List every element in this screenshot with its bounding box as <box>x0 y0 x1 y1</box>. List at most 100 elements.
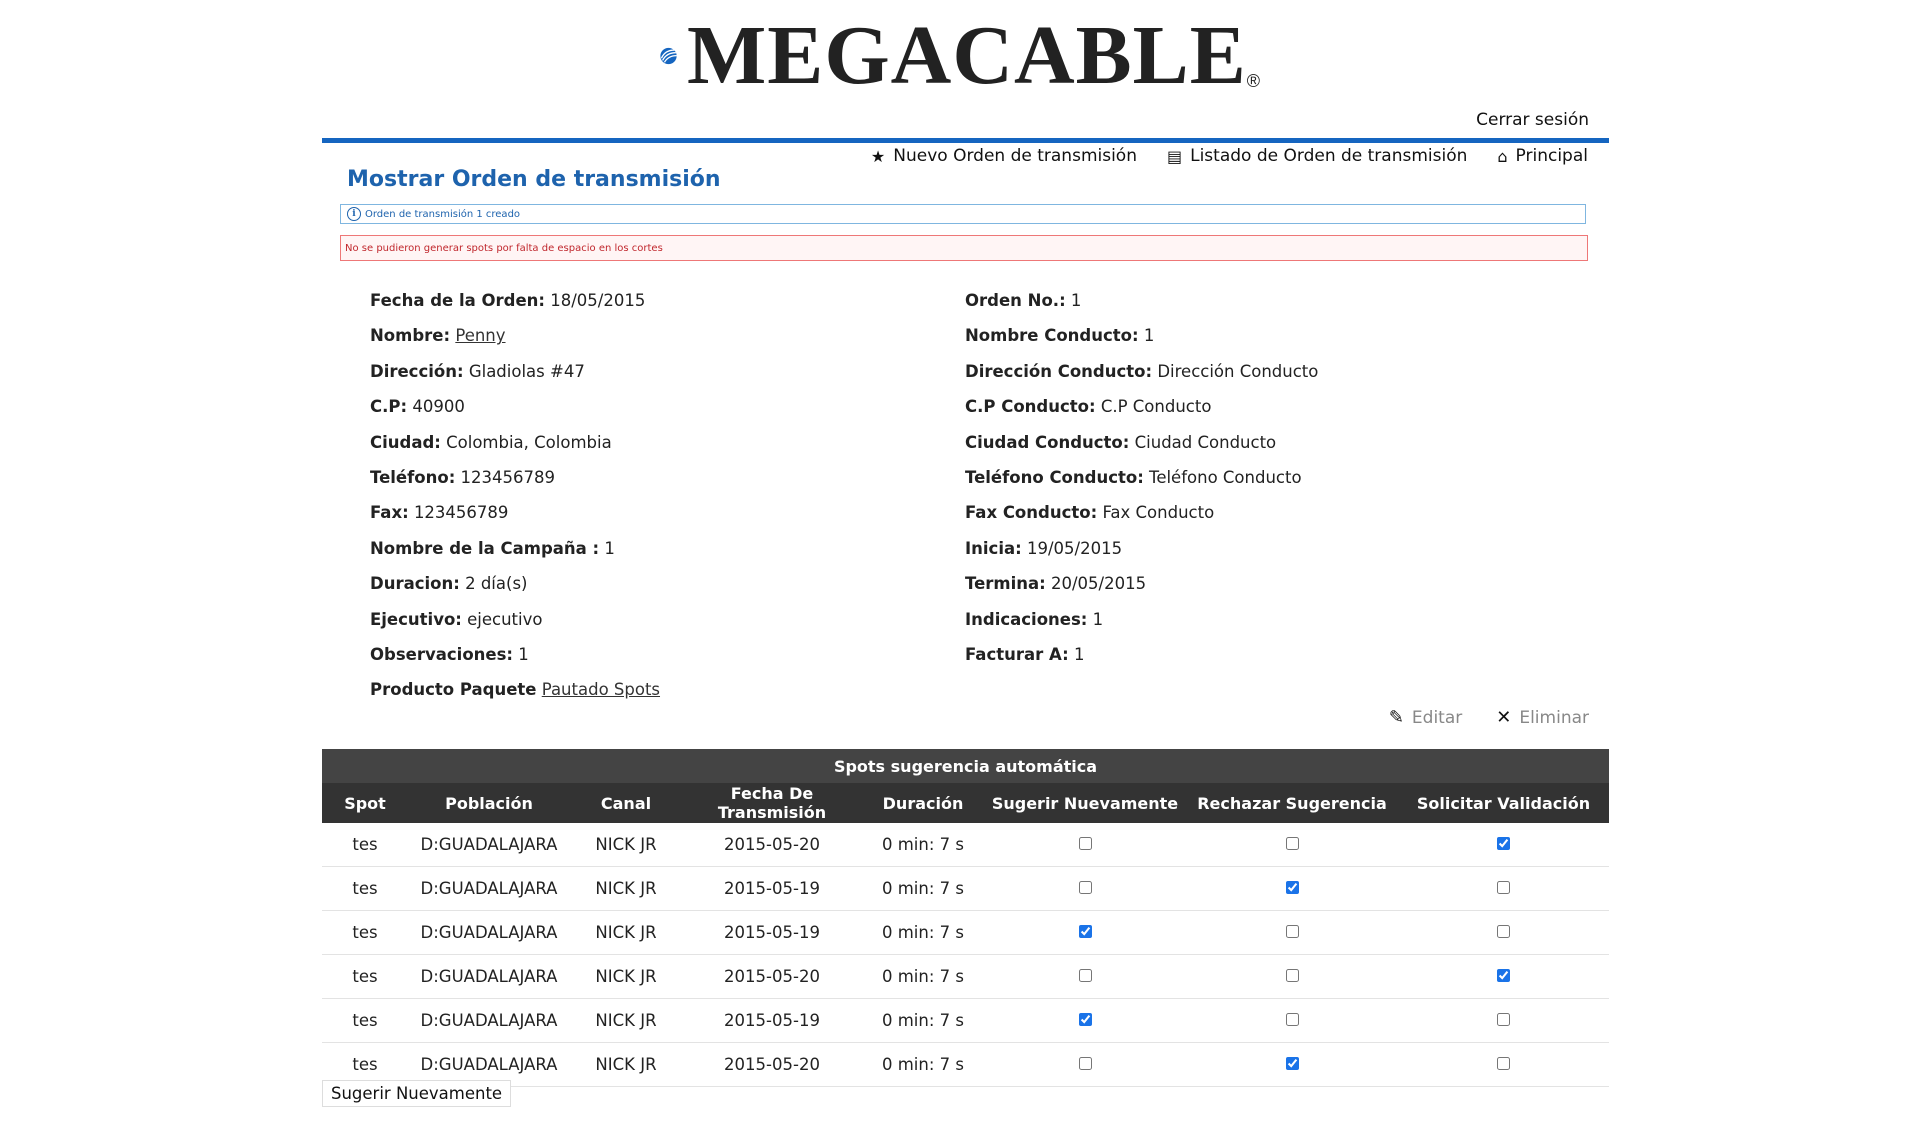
detail-label: Ejecutivo: <box>370 609 462 629</box>
detail-value: Gladiolas #47 <box>468 361 585 381</box>
nav-home-label: Principal <box>1515 146 1588 166</box>
reject-suggestion-checkbox[interactable] <box>1285 837 1299 850</box>
detail-value: 40900 <box>412 397 465 417</box>
close-icon: ✕ <box>1496 707 1512 728</box>
request-validation-checkbox[interactable] <box>1497 969 1510 982</box>
top-nav: ★ Nuevo Orden de transmisión ▤ Listado d… <box>871 146 1588 166</box>
reject-suggestion-checkbox[interactable] <box>1285 1057 1299 1070</box>
suggest-again-checkbox[interactable] <box>1078 1057 1092 1070</box>
detail-value: 2 día(s) <box>465 574 528 594</box>
cell-poblacion: D:GUADALAJARA <box>408 866 570 911</box>
cell-validar <box>1398 998 1609 1043</box>
delete-button[interactable]: ✕ Eliminar <box>1496 707 1589 728</box>
request-validation-checkbox[interactable] <box>1497 881 1510 894</box>
detail-label: Nombre Conducto: <box>965 326 1139 346</box>
suggest-again-checkbox[interactable] <box>1078 881 1092 894</box>
request-validation-checkbox[interactable] <box>1497 837 1510 850</box>
detail-label: Nombre de la Campaña : <box>370 538 600 558</box>
cell-canal: NICK JR <box>570 866 682 911</box>
cell-validar <box>1398 1042 1609 1087</box>
detail-value: 1 <box>1070 291 1082 310</box>
product-package-link[interactable]: Pautado Spots <box>542 680 660 699</box>
detail-label: Indicaciones: <box>965 609 1088 629</box>
detail-row: Nombre de la Campaña : 1 <box>370 539 660 574</box>
cell-poblacion: D:GUADALAJARA <box>408 823 570 867</box>
cell-canal: NICK JR <box>570 998 682 1043</box>
col-header-fecha: Fecha De Transmisión <box>682 783 862 823</box>
reject-suggestion-checkbox[interactable] <box>1285 925 1299 938</box>
detail-label: Dirección: <box>370 361 464 381</box>
suggest-again-checkbox[interactable] <box>1078 969 1092 982</box>
detail-row: Ejecutivo: ejecutivo <box>370 610 660 645</box>
cell-rechazar <box>1186 1042 1398 1087</box>
reject-suggestion-checkbox[interactable] <box>1285 969 1299 982</box>
col-header-duracion: Duración <box>862 783 984 823</box>
suggest-again-button[interactable]: Sugerir Nuevamente <box>322 1080 512 1107</box>
error-message: No se pudieron generar spots por falta d… <box>340 235 1588 261</box>
suggest-again-checkbox[interactable] <box>1078 837 1092 850</box>
detail-label: Nombre: <box>370 326 451 346</box>
detail-value: Fax Conducto <box>1102 503 1215 523</box>
suggest-again-checkbox[interactable] <box>1078 925 1092 938</box>
cell-duracion: 0 min: 7 s <box>862 954 984 999</box>
detail-row: Observaciones: 1 <box>370 645 660 680</box>
details-left: Fecha de la Orden: 18/05/2015 Nombre: Pe… <box>370 291 660 716</box>
home-icon: ⌂ <box>1497 146 1508 166</box>
detail-label: Teléfono: <box>370 467 456 487</box>
detail-value: 19/05/2015 <box>1026 538 1123 558</box>
cell-fecha: 2015-05-19 <box>682 910 862 955</box>
detail-label: Termina: <box>965 574 1046 594</box>
cell-sugerir <box>984 823 1186 867</box>
detail-label: Facturar A: <box>965 644 1069 664</box>
detail-label: Orden No.: <box>965 291 1066 310</box>
nav-new-order[interactable]: ★ Nuevo Orden de transmisión <box>871 146 1137 166</box>
request-validation-checkbox[interactable] <box>1497 1013 1510 1026</box>
reject-suggestion-checkbox[interactable] <box>1285 881 1299 894</box>
cell-duracion: 0 min: 7 s <box>862 910 984 955</box>
detail-value: 1 <box>1092 609 1104 629</box>
cell-spot: tes <box>322 954 408 999</box>
nav-home[interactable]: ⌂ Principal <box>1497 146 1588 166</box>
detail-row: Teléfono: 123456789 <box>370 468 660 503</box>
detail-row: Ciudad Conducto: Ciudad Conducto <box>965 433 1318 468</box>
client-name-link[interactable]: Penny <box>455 326 505 345</box>
cell-poblacion: D:GUADALAJARA <box>408 998 570 1043</box>
logout-link[interactable]: Cerrar sesión <box>1476 110 1589 130</box>
request-validation-checkbox[interactable] <box>1497 925 1510 938</box>
detail-label: Duracion: <box>370 574 460 594</box>
detail-label: Fecha de la Orden: <box>370 291 545 310</box>
cell-rechazar <box>1186 910 1398 955</box>
cell-sugerir <box>984 954 1186 999</box>
detail-value: Dirección Conducto <box>1157 361 1319 381</box>
detail-value: 1 <box>1143 326 1155 346</box>
request-validation-checkbox[interactable] <box>1497 1057 1510 1070</box>
reject-suggestion-checkbox[interactable] <box>1285 1013 1299 1026</box>
cell-spot: tes <box>322 910 408 955</box>
col-header-validar: Solicitar Validación <box>1398 783 1609 823</box>
detail-row: Dirección Conducto: Dirección Conducto <box>965 362 1318 397</box>
detail-value: 20/05/2015 <box>1050 574 1147 594</box>
detail-label: Observaciones: <box>370 644 514 664</box>
detail-value: Ciudad Conducto <box>1134 432 1277 452</box>
cell-sugerir <box>984 998 1186 1043</box>
cell-rechazar <box>1186 954 1398 999</box>
detail-value: 1 <box>1073 644 1085 664</box>
nav-order-list[interactable]: ▤ Listado de Orden de transmisión <box>1167 146 1467 166</box>
cell-rechazar <box>1186 998 1398 1043</box>
pencil-icon: ✎ <box>1388 707 1404 728</box>
edit-button[interactable]: ✎ Editar <box>1389 707 1462 728</box>
edit-label: Editar <box>1411 707 1463 728</box>
info-message-text: Orden de transmisión 1 creado <box>365 208 521 220</box>
detail-value: Teléfono Conducto <box>1149 467 1302 487</box>
detail-row: Ciudad: Colombia, Colombia <box>370 433 660 468</box>
cell-canal: NICK JR <box>570 954 682 999</box>
detail-value: 1 <box>518 644 529 664</box>
detail-row: Producto Paquete Pautado Spots <box>370 680 660 715</box>
table-row: tes D:GUADALAJARA NICK JR 2015-05-20 0 min: … <box>322 1042 1609 1087</box>
detail-row: Nombre: Penny <box>370 326 660 361</box>
detail-value: 123456789 <box>460 467 556 487</box>
detail-value: 1 <box>604 538 615 558</box>
detail-row: Teléfono Conducto: Teléfono Conducto <box>965 468 1318 503</box>
list-icon: ▤ <box>1166 146 1183 166</box>
suggest-again-checkbox[interactable] <box>1078 1013 1092 1026</box>
